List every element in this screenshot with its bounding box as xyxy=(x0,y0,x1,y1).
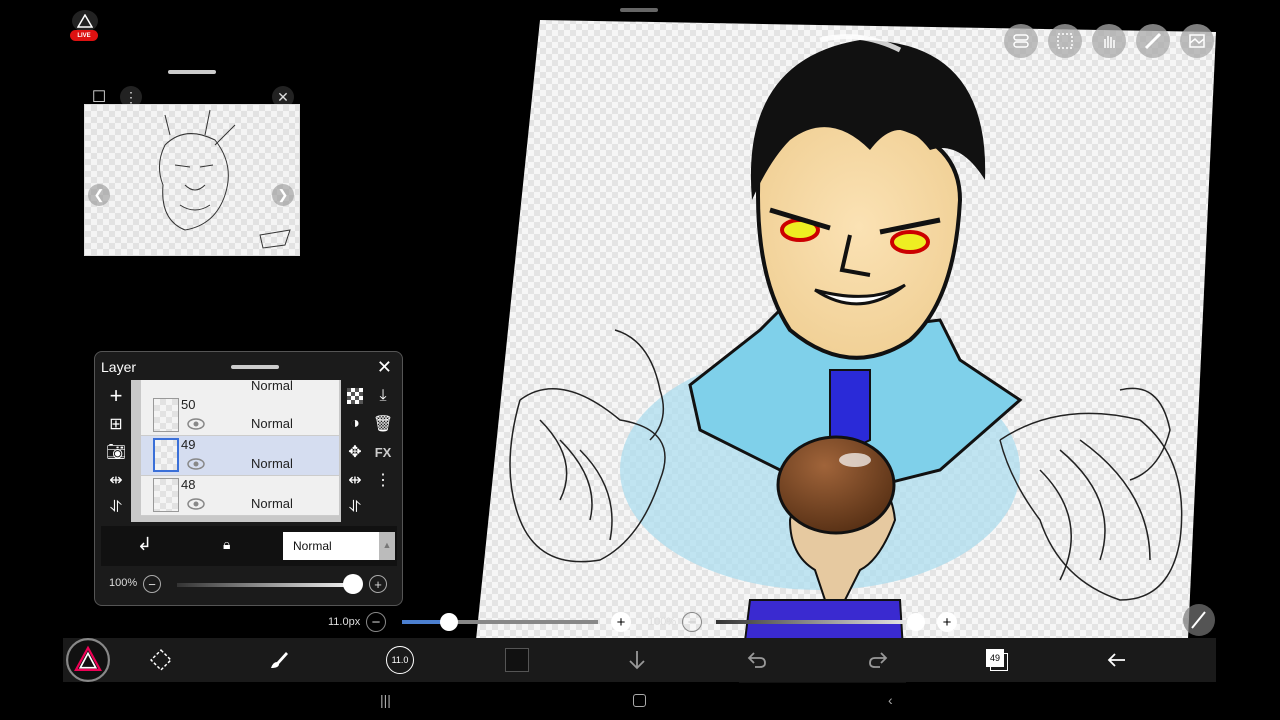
reference-image xyxy=(84,104,300,256)
chevron-up-icon: ▲ xyxy=(379,532,395,560)
live-label: LIVE xyxy=(70,30,98,41)
flip-icon[interactable]: ⇹ xyxy=(341,466,369,494)
layer-blend-mode: Normal xyxy=(251,496,293,511)
reference-window[interactable]: ☐ ⋮ ✕ ❮ ❯ xyxy=(84,70,300,256)
brush-size-indicator: 11.0 xyxy=(386,646,414,674)
layer-list[interactable]: Normal 50 Normal 49 Normal 48 Normal xyxy=(131,380,341,522)
selection-icon[interactable] xyxy=(1048,24,1082,58)
app-screen: LIVE ☐ ⋮ ✕ ❮ ❯ Layer ✕ + ⊞ 📷︎ ⇹ ⥯ Normal… xyxy=(0,0,1280,720)
color-swatch[interactable] xyxy=(495,638,539,682)
brush-size-knob[interactable] xyxy=(440,613,459,631)
canvas-tools xyxy=(1004,24,1214,58)
brush-opacity-plus-button[interactable]: + xyxy=(937,612,957,632)
brush-opacity-value: 100% xyxy=(648,616,677,628)
ruler-icon[interactable] xyxy=(1136,24,1170,58)
layer-opacity-row: 100% − + xyxy=(101,570,397,600)
layer-number: 50 xyxy=(181,397,196,412)
layer-blend-mode: Normal xyxy=(251,380,293,393)
eye-icon[interactable] xyxy=(187,418,205,430)
delete-icon[interactable]: 🗑︎ xyxy=(369,410,397,438)
blend-mode-select[interactable]: Normal ▲ xyxy=(283,532,395,560)
blend-mode-value: Normal xyxy=(293,539,332,553)
opacity-minus-button[interactable]: − xyxy=(143,575,161,593)
live-badge: LIVE xyxy=(70,10,98,41)
hand-icon[interactable] xyxy=(1092,24,1126,58)
redo-icon[interactable] xyxy=(856,638,900,682)
layer-thumbnail xyxy=(153,438,179,472)
brush-size-minus-button[interactable]: − xyxy=(366,612,386,632)
layer-panel-title: Layer xyxy=(101,359,137,375)
eye-icon[interactable] xyxy=(187,498,205,510)
layer-blend-mode: Normal xyxy=(251,416,293,431)
system-back-icon[interactable]: ‹ xyxy=(888,692,893,708)
layer-thumbnail xyxy=(153,398,179,432)
brush-opacity-minus-button[interactable]: − xyxy=(682,612,702,632)
transform-icon[interactable] xyxy=(139,638,183,682)
down-arrow-icon[interactable] xyxy=(615,638,659,682)
merge-down-icon[interactable]: ⥯ xyxy=(102,494,130,522)
next-image-icon[interactable]: ❯ xyxy=(272,184,294,206)
ibis-logo-icon xyxy=(72,10,98,32)
layer-opacity-knob[interactable] xyxy=(343,574,363,594)
layer-number: 49 xyxy=(181,437,196,452)
layer-panel-grab-handle[interactable] xyxy=(231,365,279,369)
mask-icon[interactable]: ◑ xyxy=(341,410,369,438)
layer-opacity-value: 100% xyxy=(109,577,138,589)
layer-count-icon[interactable]: 49 xyxy=(975,638,1019,682)
toggle-icon[interactable] xyxy=(1004,24,1038,58)
layer-panel[interactable]: Layer ✕ + ⊞ 📷︎ ⇹ ⥯ Normal 50 Normal 49 N… xyxy=(94,351,403,606)
merge-icon[interactable]: ⥯ xyxy=(341,494,369,522)
layer-row-49[interactable]: 49 Normal xyxy=(141,436,339,476)
close-icon[interactable]: ✕ xyxy=(377,357,392,378)
layer-blend-mode: Normal xyxy=(251,456,293,471)
more-icon[interactable]: ⋮ xyxy=(369,466,397,494)
layer-left-tools: + ⊞ 📷︎ ⇹ ⥯ xyxy=(99,382,133,522)
layer-opacity-slider[interactable] xyxy=(177,583,347,587)
move-icon[interactable]: ✥ xyxy=(341,438,369,466)
previous-image-icon[interactable]: ❮ xyxy=(88,184,110,206)
layer-thumbnail xyxy=(153,478,179,512)
ibis-menu-button[interactable] xyxy=(63,638,113,682)
brush-size-plus-button[interactable]: + xyxy=(611,612,631,632)
top-grab-handle[interactable] xyxy=(620,8,658,12)
duplicate-layer-icon[interactable]: ⊞ xyxy=(102,410,130,438)
flip-horizontal-icon[interactable]: ⇹ xyxy=(102,466,130,494)
reference-grab-handle[interactable] xyxy=(168,70,216,74)
brush-opacity-knob[interactable] xyxy=(907,613,925,631)
brush-opacity-slider[interactable] xyxy=(716,620,916,624)
brush-icon[interactable] xyxy=(257,638,301,682)
clipping-icon[interactable]: ↲ xyxy=(137,534,152,555)
home-icon[interactable] xyxy=(633,694,646,707)
camera-icon[interactable]: 📷︎ xyxy=(102,438,130,466)
recent-apps-icon[interactable]: ||| xyxy=(380,692,391,708)
layer-right-tools: ⤓ ◑ 🗑︎ ✥ FX ⇹ ⋮ ⥯ xyxy=(341,382,401,522)
material-icon[interactable] xyxy=(1180,24,1214,58)
brush-size-icon[interactable]: 11.0 xyxy=(378,638,422,682)
current-layer-number: 49 xyxy=(986,649,1004,667)
layer-row-48[interactable]: 48 Normal xyxy=(141,476,339,516)
layer-row-50[interactable]: 50 Normal xyxy=(141,396,339,436)
undo-icon[interactable] xyxy=(735,638,779,682)
eye-icon[interactable] xyxy=(187,458,205,470)
brush-size-value: 11.0px xyxy=(328,616,361,628)
import-icon[interactable]: ⤓ xyxy=(369,382,397,410)
fx-icon[interactable]: FX xyxy=(369,438,397,466)
transparency-icon[interactable] xyxy=(341,382,369,410)
bottom-toolbar: 11.0 49 xyxy=(63,638,1216,682)
alpha-lock-icon[interactable]: 🔒︎ xyxy=(223,536,230,553)
layer-number: 48 xyxy=(181,477,196,492)
opacity-plus-button[interactable]: + xyxy=(369,575,387,593)
back-icon[interactable] xyxy=(1095,638,1139,682)
layer-bottom-bar: ↲ 🔒︎ Normal ▲ xyxy=(101,526,397,566)
add-layer-icon[interactable]: + xyxy=(102,382,130,410)
